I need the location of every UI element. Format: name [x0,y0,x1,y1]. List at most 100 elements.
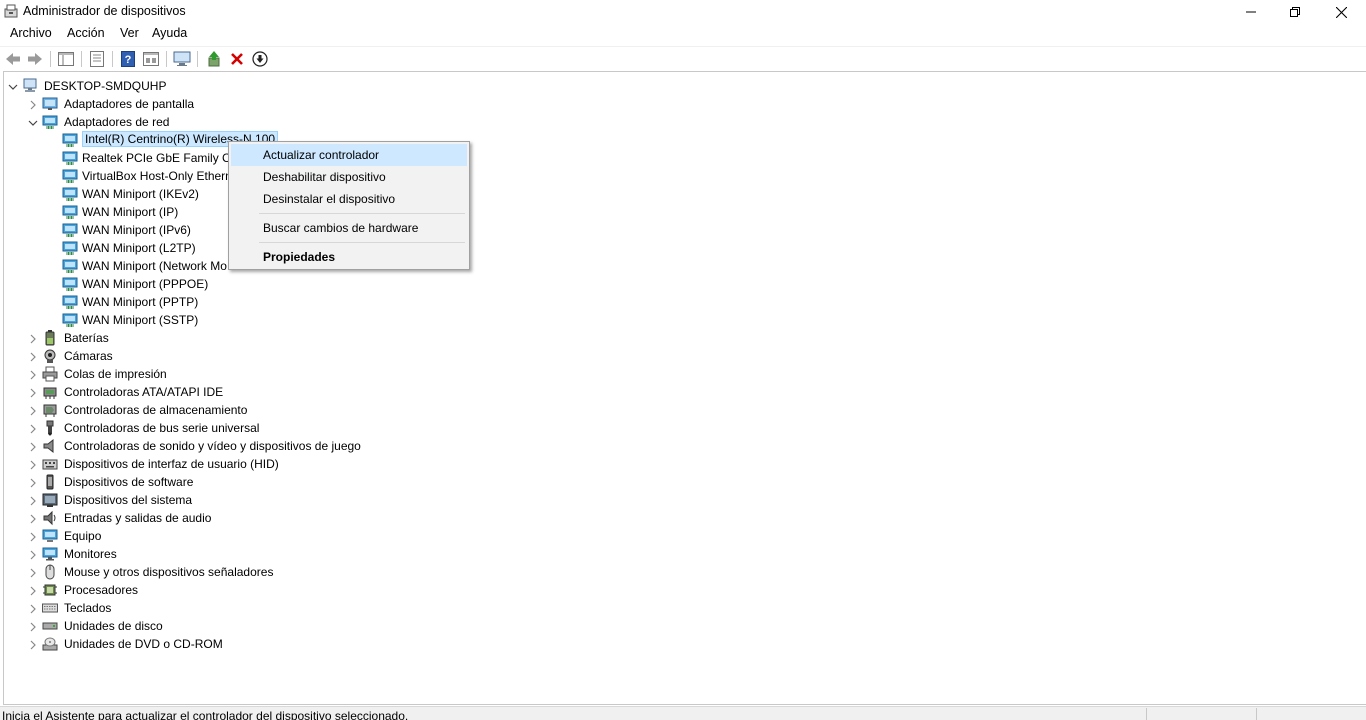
tree-device[interactable]: Intel(R) Centrino(R) Wireless-N 100 [4,131,1364,149]
menu-bar: Archivo Acción Ver Ayuda [0,24,1366,44]
computer-root-icon [22,78,38,94]
tree-category[interactable]: Dispositivos de software [4,473,1364,491]
chevron-right-icon[interactable] [28,531,38,542]
help-icon: ? [121,51,135,67]
chevron-right-icon[interactable] [28,423,38,434]
audio-io-icon [42,510,58,526]
chevron-right-icon[interactable] [28,585,38,596]
tree-category[interactable]: Teclados [4,599,1364,617]
restore-button[interactable] [1272,0,1318,24]
tree-item-label: Controladoras de almacenamiento [64,403,248,417]
view-button[interactable] [142,50,160,68]
chevron-right-icon[interactable] [28,477,38,488]
chevron-right-icon[interactable] [28,639,38,650]
tree-category[interactable]: Unidades de DVD o CD-ROM [4,635,1364,653]
storage-controller-icon [42,402,58,418]
tree-category[interactable]: Procesadores [4,581,1364,599]
tree-category[interactable]: Controladoras de almacenamiento [4,401,1364,419]
tree-category[interactable]: Adaptadores de red [4,113,1364,131]
tree-device[interactable]: WAN Miniport (PPPOE) [4,275,1364,293]
chevron-right-icon[interactable] [28,351,38,362]
help-button[interactable]: ? [119,50,137,68]
tree-category[interactable]: Controladoras ATA/ATAPI IDE [4,383,1364,401]
chevron-right-icon[interactable] [28,99,38,110]
chevron-down-icon[interactable] [8,81,18,91]
dvd-drive-icon [42,636,58,652]
ctx-update-driver[interactable]: Actualizar controlador [231,144,467,166]
tree-category[interactable]: Adaptadores de pantalla [4,95,1364,113]
disk-drive-icon [42,618,58,634]
tree-category[interactable]: Controladoras de bus serie universal [4,419,1364,437]
scan-hardware-button[interactable] [173,50,191,68]
tree-category[interactable]: Dispositivos de interfaz de usuario (HID… [4,455,1364,473]
uninstall-icon [231,53,243,65]
tree-category[interactable]: Controladoras de sonido y vídeo y dispos… [4,437,1364,455]
chevron-down-icon[interactable] [28,117,38,127]
ctx-properties[interactable]: Propiedades [231,246,467,268]
chevron-right-icon[interactable] [28,621,38,632]
tree-device[interactable]: WAN Miniport (IKEv2) [4,185,1364,203]
network-adapter-icon [62,258,78,274]
menu-ayuda[interactable]: Ayuda [150,26,189,40]
status-text: Inicia el Asistente para actualizar el c… [2,709,409,720]
back-button[interactable] [4,50,22,68]
tree-item-label: Dispositivos del sistema [64,493,193,507]
update-driver-button[interactable] [205,50,223,68]
menu-archivo[interactable]: Archivo [8,26,54,40]
printer-icon [42,366,58,382]
device-manager-app-icon [4,4,18,18]
processor-icon [42,582,58,598]
tree-category[interactable]: Monitores [4,545,1364,563]
network-adapter-icon [62,294,78,310]
tree-item-label: Teclados [64,601,112,615]
chevron-right-icon[interactable] [28,567,38,578]
tree-device[interactable]: WAN Miniport (IP) [4,203,1364,221]
tree-category[interactable]: Colas de impresión [4,365,1364,383]
show-hide-console-tree-button[interactable] [57,50,75,68]
tree-category[interactable]: Cámaras [4,347,1364,365]
properties-button[interactable] [88,50,106,68]
tree-category[interactable]: Entradas y salidas de audio [4,509,1364,527]
tree-category[interactable]: Dispositivos del sistema [4,491,1364,509]
tree-category[interactable]: Equipo [4,527,1364,545]
tree-device[interactable]: WAN Miniport (SSTP) [4,311,1364,329]
tree-category[interactable]: Baterías [4,329,1364,347]
tree-device[interactable]: WAN Miniport (IPv6) [4,221,1364,239]
chevron-right-icon[interactable] [28,405,38,416]
tree-device[interactable]: WAN Miniport (L2TP) [4,239,1364,257]
console-tree-icon [58,52,74,66]
tree-category[interactable]: Mouse y otros dispositivos señaladores [4,563,1364,581]
menu-accion[interactable]: Acción [65,26,107,40]
tree-root[interactable]: DESKTOP-SMDQUHP [4,77,1364,95]
tree-item-label: WAN Miniport (SSTP) [82,313,199,327]
tree-device[interactable]: WAN Miniport (Network Mo [4,257,1364,275]
menu-ver[interactable]: Ver [118,26,141,40]
chevron-right-icon[interactable] [28,549,38,560]
forward-button[interactable] [26,50,44,68]
network-adapter-icon [62,186,78,202]
tree-device[interactable]: VirtualBox Host-Only Ethern [4,167,1364,185]
ctx-scan-hardware[interactable]: Buscar cambios de hardware [231,217,467,239]
tree-category[interactable]: Unidades de disco [4,617,1364,635]
tree-device[interactable]: Realtek PCIe GbE Family Co [4,149,1364,167]
device-tree[interactable]: DESKTOP-SMDQUHP Adaptadores de pantalla Ad… [3,71,1366,705]
chevron-right-icon[interactable] [28,333,38,344]
minimize-button[interactable] [1228,0,1274,24]
chevron-right-icon[interactable] [28,513,38,524]
chevron-right-icon[interactable] [28,459,38,470]
close-button[interactable] [1318,0,1364,24]
chevron-right-icon[interactable] [28,603,38,614]
tree-device[interactable]: WAN Miniport (PPTP) [4,293,1364,311]
tree-item-label: WAN Miniport (PPTP) [82,295,199,309]
uninstall-button[interactable] [228,50,246,68]
ctx-uninstall-device[interactable]: Desinstalar el dispositivo [231,188,467,210]
toolbar-separator [81,51,82,67]
chevron-right-icon[interactable] [28,369,38,380]
chevron-right-icon[interactable] [28,495,38,506]
ctx-disable-device[interactable]: Deshabilitar dispositivo [231,166,467,188]
download-button[interactable] [251,50,269,68]
chevron-right-icon[interactable] [28,387,38,398]
tree-item-label: DESKTOP-SMDQUHP [44,79,167,93]
tree-item-label: Controladoras ATA/ATAPI IDE [64,385,224,399]
chevron-right-icon[interactable] [28,441,38,452]
